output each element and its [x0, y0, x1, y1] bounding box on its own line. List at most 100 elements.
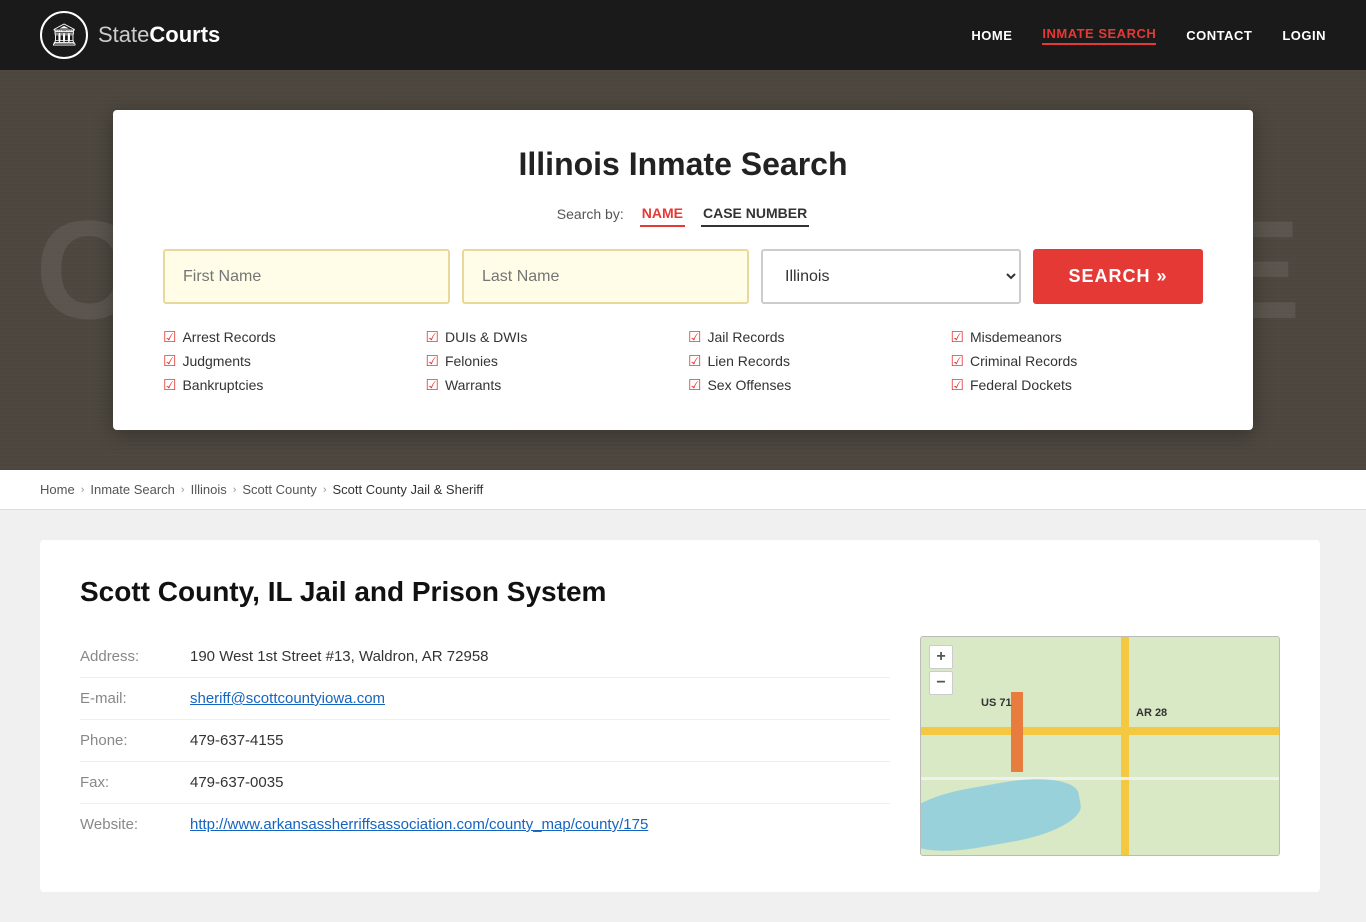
check-icon: ☑ — [426, 376, 439, 394]
map-road-horizontal — [921, 727, 1279, 735]
map-area: US 71 AR 28 + − — [920, 636, 1280, 856]
phone-label: Phone: — [80, 732, 170, 749]
check-federal-dockets: ☑ Federal Dockets — [951, 376, 1204, 394]
check-label: Bankruptcies — [182, 377, 263, 393]
check-label: Federal Dockets — [970, 377, 1072, 393]
website-link[interactable]: http://www.arkansassherriffsassociation.… — [190, 816, 648, 833]
nav-inmate-search[interactable]: INMATE SEARCH — [1042, 26, 1156, 45]
tab-name[interactable]: NAME — [640, 201, 685, 227]
check-label: DUIs & DWIs — [445, 329, 527, 345]
check-bankruptcies: ☑ Bankruptcies — [163, 376, 416, 394]
check-lien-records: ☑ Lien Records — [688, 352, 941, 370]
check-label: Warrants — [445, 377, 501, 393]
tab-case-number[interactable]: CASE NUMBER — [701, 201, 809, 227]
website-label: Website: — [80, 816, 170, 833]
fax-value: 479-637-0035 — [190, 774, 283, 791]
map-road-orange-2 — [1017, 692, 1023, 772]
check-jail-records: ☑ Jail Records — [688, 328, 941, 346]
email-row: E-mail: sheriff@scottcountyiowa.com — [80, 678, 890, 720]
fax-label: Fax: — [80, 774, 170, 791]
check-label: Misdemeanors — [970, 329, 1062, 345]
logo[interactable]: 🏛 StateCourts — [40, 11, 220, 59]
breadcrumb-sep-2: › — [181, 484, 185, 496]
header: 🏛 StateCourts HOME INMATE SEARCH CONTACT… — [0, 0, 1366, 70]
checks-grid: ☑ Arrest Records ☑ DUIs & DWIs ☑ Jail Re… — [163, 328, 1203, 394]
check-label: Sex Offenses — [707, 377, 791, 393]
check-label: Arrest Records — [182, 329, 275, 345]
check-icon: ☑ — [688, 328, 701, 346]
check-icon: ☑ — [163, 328, 176, 346]
first-name-input[interactable] — [163, 249, 450, 304]
last-name-input[interactable] — [462, 249, 749, 304]
check-label: Felonies — [445, 353, 498, 369]
content-card: Scott County, IL Jail and Prison System … — [40, 540, 1320, 892]
map-zoom-out[interactable]: − — [929, 671, 953, 695]
nav-home[interactable]: HOME — [971, 28, 1012, 43]
check-icon: ☑ — [163, 352, 176, 370]
check-icon: ☑ — [426, 328, 439, 346]
check-icon: ☑ — [951, 352, 964, 370]
nav-login[interactable]: LOGIN — [1282, 28, 1326, 43]
search-card-title: Illinois Inmate Search — [163, 146, 1203, 183]
breadcrumb-illinois[interactable]: Illinois — [191, 482, 227, 497]
facility-details: Address: 190 West 1st Street #13, Waldro… — [80, 636, 1280, 856]
check-label: Judgments — [182, 353, 250, 369]
check-label: Criminal Records — [970, 353, 1077, 369]
hero-section: COURTHOUSE Illinois Inmate Search Search… — [0, 70, 1366, 470]
check-label: Jail Records — [707, 329, 784, 345]
breadcrumb-home[interactable]: Home — [40, 482, 75, 497]
check-felonies: ☑ Felonies — [426, 352, 679, 370]
check-warrants: ☑ Warrants — [426, 376, 679, 394]
search-by-label: Search by: — [557, 206, 624, 222]
state-select[interactable]: Illinois Alabama Alaska Arizona Arkansas… — [761, 249, 1021, 304]
search-card: Illinois Inmate Search Search by: NAME C… — [113, 110, 1253, 430]
check-icon: ☑ — [951, 376, 964, 394]
check-icon: ☑ — [688, 376, 701, 394]
check-icon: ☑ — [951, 328, 964, 346]
check-icon: ☑ — [688, 352, 701, 370]
map-controls: + − — [929, 645, 953, 695]
address-label: Address: — [80, 648, 170, 665]
check-misdemeanors: ☑ Misdemeanors — [951, 328, 1204, 346]
main-nav: HOME INMATE SEARCH CONTACT LOGIN — [971, 26, 1326, 45]
logo-icon: 🏛 — [40, 11, 88, 59]
email-link[interactable]: sheriff@scottcountyiowa.com — [190, 690, 385, 707]
address-value: 190 West 1st Street #13, Waldron, AR 729… — [190, 648, 489, 665]
address-row: Address: 190 West 1st Street #13, Waldro… — [80, 636, 890, 678]
map-zoom-in[interactable]: + — [929, 645, 953, 669]
check-icon: ☑ — [426, 352, 439, 370]
breadcrumb-inmate-search[interactable]: Inmate Search — [90, 482, 175, 497]
email-label: E-mail: — [80, 690, 170, 707]
nav-contact[interactable]: CONTACT — [1186, 28, 1252, 43]
check-sex-offenses: ☑ Sex Offenses — [688, 376, 941, 394]
facility-title: Scott County, IL Jail and Prison System — [80, 576, 1280, 608]
breadcrumb-current: Scott County Jail & Sheriff — [332, 482, 483, 497]
check-arrest-records: ☑ Arrest Records — [163, 328, 416, 346]
map-label-ar28: AR 28 — [1136, 707, 1167, 719]
check-judgments: ☑ Judgments — [163, 352, 416, 370]
breadcrumb-sep-4: › — [323, 484, 327, 496]
search-fields-row: Illinois Alabama Alaska Arizona Arkansas… — [163, 249, 1203, 304]
check-criminal-records: ☑ Criminal Records — [951, 352, 1204, 370]
map-road-thin-1 — [921, 777, 1279, 780]
breadcrumb: Home › Inmate Search › Illinois › Scott … — [0, 470, 1366, 510]
breadcrumb-sep-3: › — [233, 484, 237, 496]
phone-row: Phone: 479-637-4155 — [80, 720, 890, 762]
map-road-vertical — [1121, 637, 1129, 855]
search-button[interactable]: SEARCH » — [1033, 249, 1203, 304]
website-row: Website: http://www.arkansassherriffsass… — [80, 804, 890, 845]
breadcrumb-sep-1: › — [81, 484, 85, 496]
map-placeholder: US 71 AR 28 + − — [921, 637, 1279, 855]
breadcrumb-scott-county[interactable]: Scott County — [242, 482, 316, 497]
facility-info: Address: 190 West 1st Street #13, Waldro… — [80, 636, 890, 845]
content-area: Scott County, IL Jail and Prison System … — [0, 510, 1366, 922]
check-duis: ☑ DUIs & DWIs — [426, 328, 679, 346]
map-label-us71: US 71 — [981, 697, 1012, 709]
check-icon: ☑ — [163, 376, 176, 394]
search-by-row: Search by: NAME CASE NUMBER — [163, 201, 1203, 227]
fax-row: Fax: 479-637-0035 — [80, 762, 890, 804]
phone-value: 479-637-4155 — [190, 732, 283, 749]
logo-text: StateCourts — [98, 22, 220, 48]
hero-content: Illinois Inmate Search Search by: NAME C… — [0, 70, 1366, 470]
check-label: Lien Records — [707, 353, 790, 369]
